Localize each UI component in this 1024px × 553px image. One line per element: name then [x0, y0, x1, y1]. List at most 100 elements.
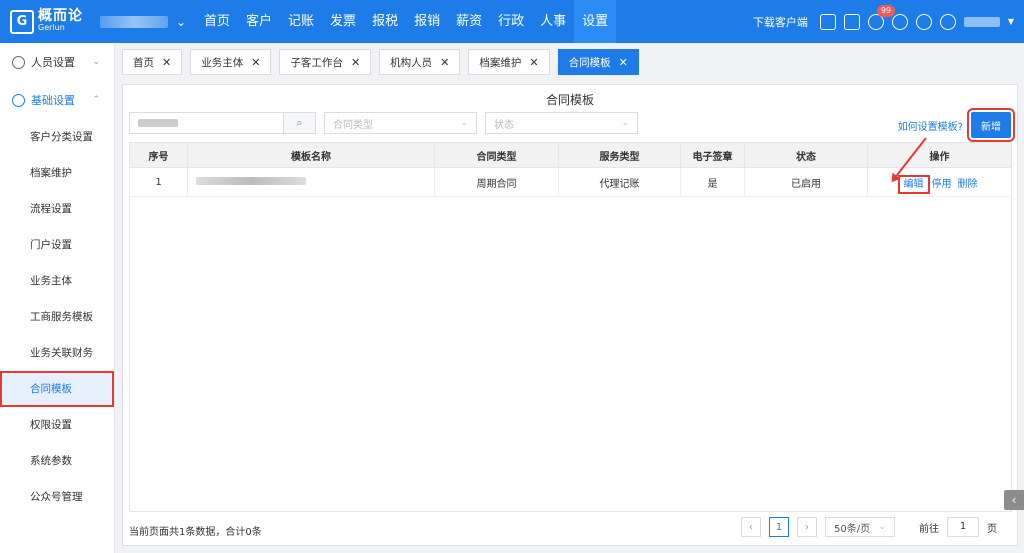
contract-type-select[interactable]: 合同类型 ⌄ [324, 112, 477, 134]
nav-salary[interactable]: 薪资 [448, 0, 490, 43]
page-number[interactable]: 1 [769, 517, 789, 537]
sidebar-item-customer-category[interactable]: 客户分类设置 [0, 119, 114, 155]
sidebar-item-service-template[interactable]: 工商服务模板 [0, 299, 114, 335]
next-page-button[interactable]: › [797, 517, 817, 537]
table-area [129, 142, 1012, 512]
tab-label: 子客工作台 [290, 56, 343, 69]
edit-link[interactable]: 编辑 [897, 174, 930, 194]
company-name[interactable] [100, 15, 168, 28]
column-header: 电子签章 [680, 142, 745, 168]
nav-settings[interactable]: 设置 [574, 0, 617, 43]
caret-down-icon[interactable]: ▼ [1008, 17, 1014, 26]
column-header: 服务类型 [558, 142, 681, 168]
row-index: 1 [129, 167, 188, 197]
chat-icon[interactable] [891, 13, 908, 30]
column-header: 操作 [867, 142, 1012, 168]
status-select[interactable]: 状态 ⌄ [485, 112, 638, 134]
main-nav: 首页 客户 记账 发票 报税 报销 薪资 行政 人事 设置 [196, 0, 617, 43]
prev-page-button[interactable]: ‹ [741, 517, 761, 537]
column-header: 状态 [744, 142, 868, 168]
nav-tax[interactable]: 报税 [364, 0, 406, 43]
sidebar-group-basic[interactable]: 基础设置 ⌃ [0, 81, 114, 119]
page-title: 合同模板 [545, 93, 594, 107]
close-icon[interactable]: ✕ [162, 56, 171, 69]
select-placeholder: 状态 [494, 119, 514, 131]
goto-page-input[interactable]: 1 [947, 517, 979, 537]
tab-home[interactable]: 首页 ✕ [122, 49, 183, 75]
scan-icon[interactable] [819, 13, 836, 30]
notification-badge: 99 [876, 4, 896, 17]
close-icon[interactable]: ✕ [440, 56, 449, 69]
chevron-down-icon[interactable]: ⌄ [176, 15, 192, 29]
data-summary: 当前页面共1条数据，合计0条 [129, 527, 262, 538]
sidebar-item-contract-template[interactable]: 合同模板 [0, 371, 114, 407]
nav-home[interactable]: 首页 [196, 0, 238, 43]
tab-business-entity[interactable]: 业务主体 ✕ [190, 49, 272, 75]
collapse-panel-icon[interactable]: ‹ [1004, 490, 1024, 510]
page-size-select[interactable]: 50条/页 ⌄ [825, 517, 895, 537]
disable-link[interactable]: 停用 [932, 179, 952, 190]
template-name-value [196, 176, 306, 185]
sidebar-item-system-params[interactable]: 系统参数 [0, 443, 114, 479]
close-icon[interactable]: ✕ [619, 56, 628, 69]
sidebar-item-business-entity[interactable]: 业务主体 [0, 263, 114, 299]
main-panel: 合同模板 ⌕ 合同类型 ⌄ 状态 ⌄ 如何设置模板? 新增 序号 模板名称 合同类型… [122, 84, 1018, 546]
logo-subtitle: Gerlun [38, 22, 65, 32]
service-type-cell: 代理记账 [558, 167, 681, 197]
page-unit-label: 页 [987, 523, 997, 535]
logo-icon: G [10, 9, 34, 34]
nav-admin[interactable]: 行政 [490, 0, 532, 43]
chevron-down-icon: ⌄ [92, 57, 100, 67]
gear-icon [12, 93, 25, 107]
tab-archive[interactable]: 档案维护 ✕ [468, 49, 550, 75]
user-name[interactable] [963, 16, 1000, 27]
nav-bookkeeping[interactable]: 记账 [280, 0, 322, 43]
sidebar-group-staff[interactable]: 人员设置 ⌄ [0, 43, 114, 81]
help-icon[interactable] [939, 13, 956, 30]
help-link[interactable]: 如何设置模板? [898, 118, 963, 133]
tab-org-staff[interactable]: 机构人员 ✕ [379, 49, 461, 75]
top-bar: G 概而论 Gerlun ⌄ 首页 客户 记账 发票 报税 报销 薪资 行政 人… [0, 0, 1024, 43]
tab-sub-workbench[interactable]: 子客工作台 ✕ [279, 49, 372, 75]
sidebar-item-permissions[interactable]: 权限设置 [0, 407, 114, 443]
logo-name: 概而论 [38, 7, 83, 24]
nav-customer[interactable]: 客户 [238, 0, 280, 43]
sidebar: 人员设置 ⌄ 基础设置 ⌃ 客户分类设置 档案维护 流程设置 门户设置 业务主体… [0, 43, 115, 553]
column-header: 合同类型 [434, 142, 559, 168]
chevron-down-icon: ⌄ [878, 522, 886, 532]
search-value [138, 119, 178, 127]
sidebar-group-label: 基础设置 [31, 94, 75, 107]
chevron-down-icon: ⌄ [460, 118, 468, 128]
close-icon[interactable]: ✕ [529, 56, 538, 69]
e-sign-cell: 是 [680, 167, 745, 197]
sidebar-item-business-finance[interactable]: 业务关联财务 [0, 335, 114, 371]
tab-label: 业务主体 [201, 56, 244, 69]
sidebar-item-official-account[interactable]: 公众号管理 [0, 479, 114, 515]
headset-icon[interactable] [915, 13, 932, 30]
nav-hr[interactable]: 人事 [532, 0, 574, 43]
search-icon[interactable]: ⌕ [284, 112, 316, 134]
column-header: 序号 [129, 142, 188, 168]
tab-label: 合同模板 [568, 56, 611, 69]
add-button[interactable]: 新增 [967, 108, 1015, 142]
clipboard-check-icon[interactable] [843, 13, 860, 30]
sidebar-group-label: 人员设置 [31, 56, 75, 69]
chevron-up-icon: ⌃ [92, 95, 100, 105]
nav-invoice[interactable]: 发票 [322, 0, 364, 43]
filter-bar: ⌕ 合同类型 ⌄ 状态 ⌄ [129, 112, 638, 134]
chevron-down-icon: ⌄ [621, 118, 629, 128]
sidebar-item-archive[interactable]: 档案维护 [0, 155, 114, 191]
tab-label: 机构人员 [390, 56, 433, 69]
download-client-link[interactable]: 下载客户端 [753, 14, 808, 30]
search-input[interactable] [129, 112, 284, 134]
nav-reimburse[interactable]: 报销 [406, 0, 448, 43]
tab-contract-template[interactable]: 合同模板 ✕ [557, 49, 639, 75]
close-icon[interactable]: ✕ [251, 56, 260, 69]
template-table: 序号 模板名称 合同类型 服务类型 电子签章 状态 操作 1 周期合同 代理记账… [129, 142, 1012, 197]
close-icon[interactable]: ✕ [351, 56, 360, 69]
sidebar-item-portal[interactable]: 门户设置 [0, 227, 114, 263]
sidebar-item-workflow[interactable]: 流程设置 [0, 191, 114, 227]
bell-icon[interactable]: 99 [867, 4, 896, 30]
logo: G 概而论 Gerlun [0, 7, 98, 34]
delete-link[interactable]: 删除 [958, 179, 978, 190]
